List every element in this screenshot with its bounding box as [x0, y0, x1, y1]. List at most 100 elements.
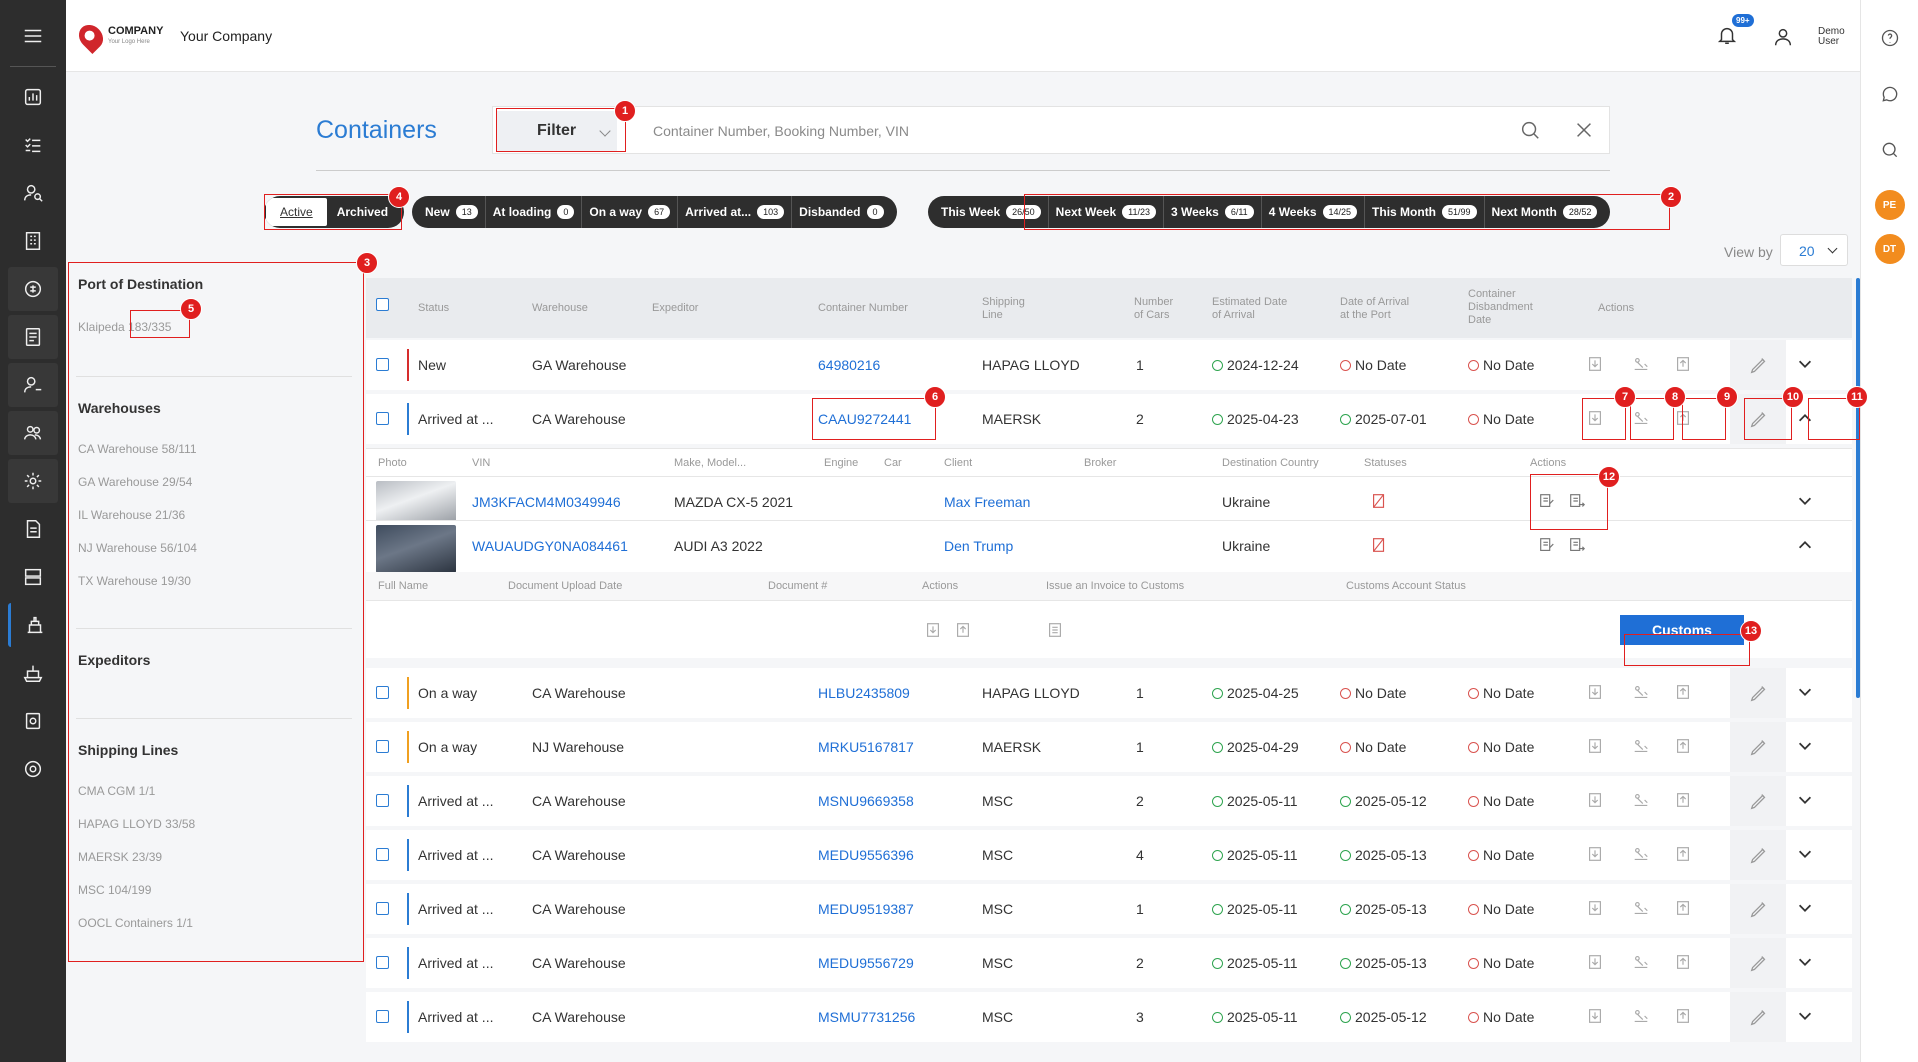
table-row[interactable]: Arrived at ... CA Warehouse MEDU9519387 MSC… [366, 884, 1852, 934]
invoice-icon[interactable] [8, 315, 58, 359]
chat-icon[interactable] [1874, 78, 1906, 110]
table-row[interactable]: Arrived at ... CA Warehouse MEDU9556396 MSC… [366, 830, 1852, 880]
ship-icon[interactable] [8, 651, 58, 695]
chevron-up-icon[interactable] [1796, 409, 1816, 429]
row-checkbox[interactable] [376, 358, 389, 371]
containers-icon[interactable] [8, 603, 58, 647]
row-container-number[interactable]: MRKU5167817 [818, 739, 914, 755]
chevron-down-icon[interactable] [1796, 791, 1816, 811]
table-row[interactable]: Arrived at ... CA Warehouse MSNU9669358 MSC… [366, 776, 1852, 826]
filter-button[interactable]: Filter [497, 111, 617, 151]
company-logo[interactable]: COMPANY Your Logo Here [74, 20, 163, 54]
view-by-select[interactable]: 20 [1780, 234, 1848, 266]
download-icon[interactable] [1586, 737, 1606, 757]
download-icon[interactable] [1586, 953, 1606, 973]
gear-group-icon[interactable] [8, 459, 58, 503]
time-pill[interactable]: Next Month 28/52 [1485, 196, 1605, 228]
team-icon[interactable] [8, 411, 58, 455]
shipping-line-item[interactable]: OOCL Containers 1/1 [78, 916, 193, 930]
edit-icon[interactable] [1730, 668, 1786, 718]
upload-icon[interactable] [954, 621, 974, 641]
row-checkbox[interactable] [376, 1010, 389, 1023]
shipping-line-item[interactable]: HAPAG LLOYD 33/58 [78, 817, 195, 831]
help-icon[interactable] [1874, 22, 1906, 54]
status-flag-icon[interactable] [1370, 536, 1390, 556]
reports-icon[interactable] [8, 699, 58, 743]
upload-icon[interactable] [1674, 845, 1694, 865]
tracking-icon[interactable] [1632, 409, 1652, 429]
download-icon[interactable] [1586, 791, 1606, 811]
row-checkbox[interactable] [376, 794, 389, 807]
edit-icon[interactable] [1730, 830, 1786, 880]
status-pill[interactable]: On a way 67 [582, 196, 679, 228]
warehouse-item[interactable]: GA Warehouse 29/54 [78, 475, 192, 489]
chevron-down-icon[interactable] [1796, 492, 1816, 512]
download-icon[interactable] [1586, 683, 1606, 703]
tracking-icon[interactable] [1632, 791, 1652, 811]
tracking-icon[interactable] [1632, 1007, 1652, 1027]
checklist-icon[interactable] [8, 123, 58, 167]
search-icon[interactable] [1519, 119, 1541, 146]
user-name[interactable]: Demo User [1818, 27, 1845, 47]
port-item[interactable]: Klaipeda 183/335 [78, 320, 171, 334]
finance-icon[interactable] [8, 267, 58, 311]
car-vin[interactable]: WAUAUDGY0NA084461 [472, 538, 628, 554]
row-checkbox[interactable] [376, 956, 389, 969]
tracking-icon[interactable] [1632, 355, 1652, 375]
chevron-down-icon[interactable] [1796, 683, 1816, 703]
edit-icon[interactable] [1730, 722, 1786, 772]
time-pill[interactable]: This Week 26/50 [934, 196, 1049, 228]
menu-icon[interactable] [8, 14, 58, 58]
table-row[interactable]: Arrived at ... CA Warehouse CAAU9272441 MAE… [366, 394, 1852, 444]
edit-icon[interactable] [1730, 992, 1786, 1042]
row-container-number[interactable]: MSNU9669358 [818, 793, 914, 809]
upload-icon[interactable] [1674, 791, 1694, 811]
warehouse-item[interactable]: NJ Warehouse 56/104 [78, 541, 197, 555]
tracking-icon[interactable] [1632, 899, 1652, 919]
status-pill[interactable]: Arrived at... 103 [678, 196, 793, 228]
car-vin[interactable]: JM3KFACM4M0349946 [472, 494, 621, 510]
building-icon[interactable] [8, 219, 58, 263]
upload-icon[interactable] [1674, 409, 1694, 429]
doc-send-icon[interactable] [1568, 536, 1588, 556]
download-icon[interactable] [1586, 845, 1606, 865]
settings-icon[interactable] [8, 747, 58, 791]
edit-icon[interactable] [1730, 884, 1786, 934]
chevron-down-icon[interactable] [1796, 1007, 1816, 1027]
download-icon[interactable] [924, 621, 944, 641]
download-icon[interactable] [1586, 899, 1606, 919]
status-pill[interactable]: New 13 [418, 196, 486, 228]
edit-icon[interactable] [1730, 340, 1786, 390]
car-photo[interactable] [376, 525, 456, 573]
row-checkbox[interactable] [376, 848, 389, 861]
user-settings-icon[interactable] [8, 363, 58, 407]
chevron-down-icon[interactable] [1796, 899, 1816, 919]
search-rail-icon[interactable] [1874, 134, 1906, 166]
shipping-line-item[interactable]: MSC 104/199 [78, 883, 151, 897]
car-client[interactable]: Den Trump [944, 538, 1013, 554]
status-flag-icon[interactable] [1370, 492, 1390, 512]
tracking-icon[interactable] [1632, 737, 1652, 757]
customs-button[interactable]: Customs [1620, 615, 1744, 645]
dashboard-icon[interactable] [8, 75, 58, 119]
row-checkbox[interactable] [376, 412, 389, 425]
warehouse-icon[interactable] [8, 555, 58, 599]
row-container-number[interactable]: CAAU9272441 [818, 411, 911, 427]
upload-icon[interactable] [1674, 1007, 1694, 1027]
row-checkbox[interactable] [376, 686, 389, 699]
avatar-dt[interactable]: DT [1874, 234, 1905, 264]
car-client[interactable]: Max Freeman [944, 494, 1030, 510]
invoice-doc-icon[interactable] [1046, 621, 1066, 641]
tracking-icon[interactable] [1632, 845, 1652, 865]
bell-icon[interactable] [1716, 24, 1742, 50]
row-container-number[interactable]: MSMU7731256 [818, 1009, 915, 1025]
table-row[interactable]: On a way CA Warehouse HLBU2435809 HAPAG LLO… [366, 668, 1852, 718]
edit-icon[interactable] [1730, 394, 1786, 444]
chevron-down-icon[interactable] [1796, 845, 1816, 865]
close-icon[interactable] [1573, 119, 1595, 146]
upload-icon[interactable] [1674, 355, 1694, 375]
avatar-pe[interactable]: PE [1874, 190, 1905, 220]
edit-icon[interactable] [1730, 938, 1786, 988]
edit-icon[interactable] [1730, 776, 1786, 826]
table-row[interactable]: On a way NJ Warehouse MRKU5167817 MAERSK 1 20… [366, 722, 1852, 772]
